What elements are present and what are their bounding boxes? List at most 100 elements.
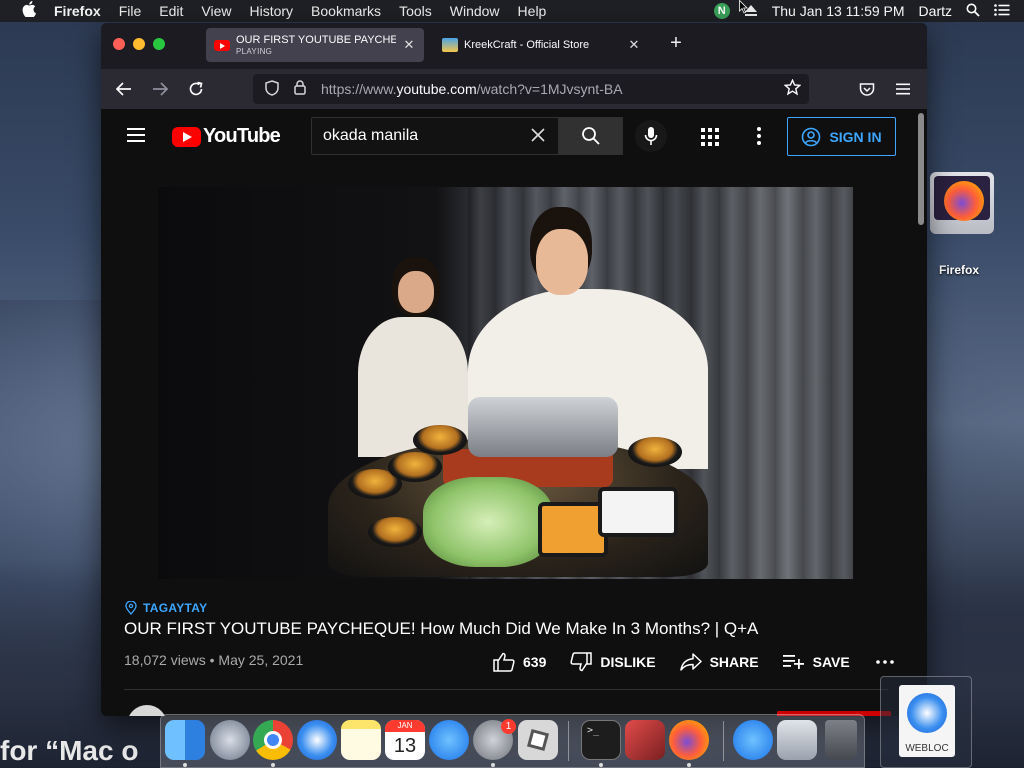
share-button[interactable]: SHARE: [679, 653, 759, 671]
close-tab-icon[interactable]: ✕: [627, 37, 641, 53]
dock-photo-booth-icon[interactable]: [625, 720, 665, 760]
tab-title: OUR FIRST YOUTUBE PAYCHEQ: [236, 34, 396, 46]
calendar-day: 13: [393, 735, 417, 757]
youtube-apps-grid-icon[interactable]: [701, 128, 719, 146]
video-title: OUR FIRST YOUTUBE PAYCHEQUE! How Much Di…: [124, 619, 759, 638]
youtube-favicon-icon: [214, 37, 230, 53]
dock-launchpad-rocket-icon[interactable]: [210, 720, 250, 760]
dock-downloads-folder-icon[interactable]: [777, 720, 817, 760]
app-menu-hamburger-icon[interactable]: [891, 77, 915, 101]
youtube-logo-text: YouTube: [203, 125, 281, 147]
forward-arrow-icon[interactable]: [148, 77, 172, 101]
playlist-add-icon: [782, 655, 804, 669]
channel-avatar[interactable]: [127, 705, 167, 716]
dock-terminal-icon[interactable]: >_: [581, 720, 621, 760]
search-icon: [582, 127, 600, 145]
clear-search-icon[interactable]: [528, 126, 548, 147]
tab-strip: OUR FIRST YOUTUBE PAYCHEQ PLAYING ✕ Kree…: [101, 23, 927, 69]
sign-in-button[interactable]: SIGN IN: [787, 117, 896, 156]
desktop-firefox-icon[interactable]: [928, 172, 994, 252]
spotlight-search-icon[interactable]: [966, 3, 980, 20]
tracking-protection-shield-icon[interactable]: [263, 79, 281, 99]
share-label: SHARE: [709, 654, 759, 670]
url-bar[interactable]: https://www.youtube.com/watch?v=1MJvsynt…: [253, 74, 809, 104]
thumbs-up-icon: [493, 652, 515, 672]
menu-tools[interactable]: Tools: [399, 3, 432, 19]
dock-app-store-download-icon[interactable]: [733, 720, 773, 760]
menubar-user[interactable]: Dartz: [919, 3, 952, 19]
pocket-icon[interactable]: [855, 77, 879, 101]
more-actions-icon[interactable]: [875, 660, 902, 664]
guide-menu-icon[interactable]: [127, 128, 145, 142]
dock-chrome-icon[interactable]: [253, 720, 293, 760]
dock-calendar-icon[interactable]: JAN 13: [385, 720, 425, 760]
like-count: 639: [523, 654, 547, 670]
menu-window[interactable]: Window: [450, 3, 500, 19]
mouse-cursor-icon: [739, 0, 748, 14]
youtube-play-logo-icon: [172, 126, 201, 147]
notification-center-icon[interactable]: [994, 3, 1010, 19]
thumbs-down-icon: [570, 652, 593, 672]
new-tab-plus-icon[interactable]: +: [666, 33, 686, 54]
menu-bar: Firefox File Edit View History Bookmarks…: [0, 0, 1024, 22]
reload-icon[interactable]: [184, 77, 208, 101]
system-preferences-badge: 1: [501, 719, 516, 734]
webloc-label: WEBLOC: [905, 743, 949, 754]
zoom-window-button[interactable]: [153, 38, 165, 50]
menu-help[interactable]: Help: [518, 3, 547, 19]
dock-app-store-icon[interactable]: [429, 720, 469, 760]
dock-trash-icon[interactable]: [825, 720, 857, 760]
youtube-logo[interactable]: YouTube: [172, 125, 281, 148]
sign-in-label: SIGN IN: [829, 128, 882, 145]
search-button[interactable]: [559, 117, 623, 155]
like-button[interactable]: 639: [493, 652, 546, 672]
navigation-toolbar: https://www.youtube.com/watch?v=1MJvsynt…: [101, 69, 927, 109]
dock-safari-compass-icon[interactable]: [297, 720, 337, 760]
dock-firefox-icon[interactable]: [669, 720, 709, 760]
close-tab-icon[interactable]: ✕: [402, 37, 416, 53]
menu-bookmarks[interactable]: Bookmarks: [311, 3, 381, 19]
video-actions: 639 DISLIKE SHARE SAVE: [493, 647, 902, 677]
video-player[interactable]: [158, 187, 853, 579]
youtube-masthead: YouTube okada manila SIGN IN: [101, 109, 913, 165]
location-pin-icon: [125, 601, 137, 615]
menu-history[interactable]: History: [249, 3, 293, 19]
section-divider: [124, 689, 888, 690]
desktop-background-text: for “Mac o: [0, 735, 139, 766]
kreekcraft-favicon-icon: [442, 37, 458, 53]
save-button[interactable]: SAVE: [782, 654, 850, 670]
video-location-tag[interactable]: TAGAYTAY: [125, 601, 207, 615]
desktop-firefox-label: Firefox: [938, 263, 979, 277]
page-scrollbar[interactable]: [915, 109, 927, 716]
microphone-icon: [644, 127, 658, 145]
close-window-button[interactable]: [113, 38, 125, 50]
tab-playing-indicator: PLAYING: [236, 47, 273, 56]
tab-kreekcraft-store[interactable]: KreekCraft - Official Store ✕: [434, 28, 649, 62]
voice-search-button[interactable]: [635, 120, 667, 152]
desktop-webloc-file-icon[interactable]: WEBLOC: [880, 676, 972, 768]
menu-file[interactable]: File: [119, 3, 142, 19]
n-status-icon[interactable]: N: [713, 3, 730, 19]
menubar-clock[interactable]: Thu Jan 13 11:59 PM: [772, 3, 905, 19]
lock-icon[interactable]: [291, 80, 309, 98]
firefox-window: OUR FIRST YOUTUBE PAYCHEQ PLAYING ✕ Kree…: [101, 23, 927, 716]
menu-app-firefox[interactable]: Firefox: [54, 3, 101, 19]
menu-edit[interactable]: Edit: [159, 3, 183, 19]
minimize-window-button[interactable]: [133, 38, 145, 50]
menu-view[interactable]: View: [201, 3, 231, 19]
search-input[interactable]: okada manila: [311, 117, 559, 155]
dock-roblox-icon[interactable]: [518, 720, 558, 760]
apple-icon[interactable]: [20, 1, 38, 21]
dock-notes-icon[interactable]: [341, 720, 381, 760]
youtube-page: YouTube okada manila SIGN IN TAGAYTAY OU…: [101, 109, 927, 716]
tab-youtube-video[interactable]: OUR FIRST YOUTUBE PAYCHEQ PLAYING ✕: [206, 28, 424, 62]
dock: JAN 13 1 >_: [160, 714, 865, 768]
account-circle-icon: [802, 127, 821, 146]
share-arrow-icon: [679, 653, 702, 671]
bookmark-star-icon[interactable]: [783, 78, 802, 101]
dislike-button[interactable]: DISLIKE: [570, 652, 656, 672]
back-arrow-icon[interactable]: [112, 77, 136, 101]
video-meta: 18,072 views • May 25, 2021: [124, 652, 304, 668]
settings-more-icon[interactable]: [757, 127, 761, 145]
dock-finder-icon[interactable]: [165, 720, 205, 760]
